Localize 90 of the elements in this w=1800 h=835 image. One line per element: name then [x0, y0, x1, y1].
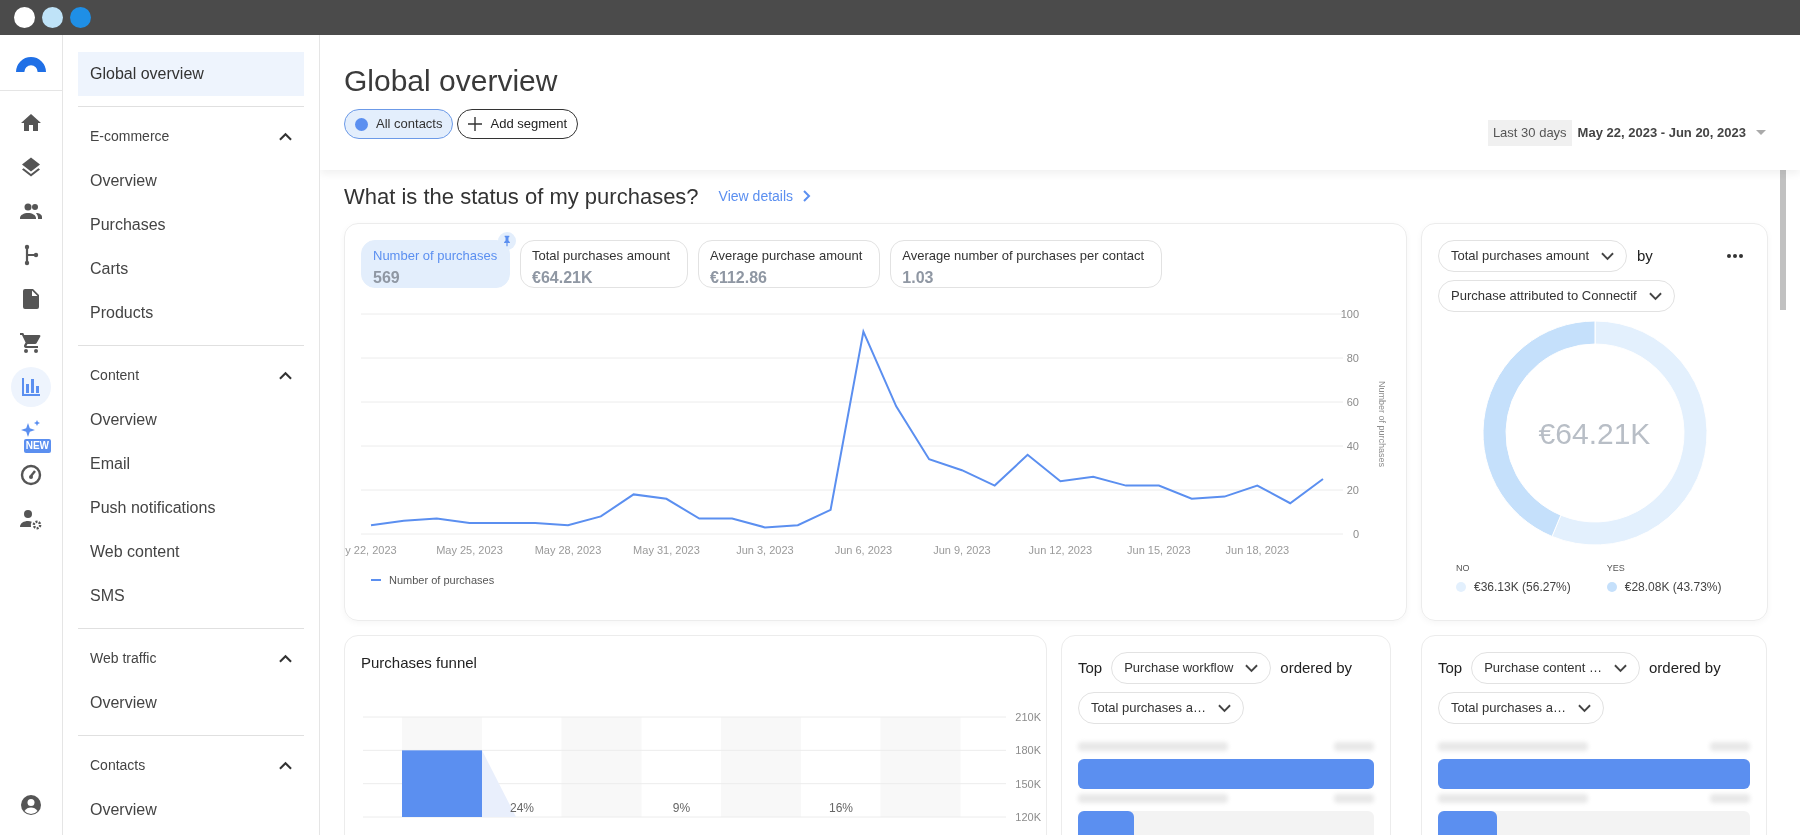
axis-tick-label: 60: [1346, 395, 1359, 408]
conversion-label: 24%: [510, 800, 534, 815]
axis-tick-label: 150K: [1015, 777, 1041, 790]
donut-center-value: €64.21K: [1538, 415, 1651, 452]
sidebar-group-header[interactable]: Web traffic: [78, 635, 304, 681]
sidebar-group-header[interactable]: Content: [78, 352, 304, 398]
axis-tick-label: May 31, 2023: [633, 543, 700, 556]
sidebar-item[interactable]: SMS: [78, 574, 304, 618]
nav-button[interactable]: [11, 367, 51, 407]
legend-category: NO: [1456, 562, 1471, 575]
axis-tick-label: 120K: [1015, 810, 1041, 823]
axis-tick-label: 20: [1346, 483, 1359, 496]
axis-title: Number of purchases: [1376, 380, 1387, 467]
metric-label: Average purchase amount: [710, 247, 864, 265]
sidebar-item[interactable]: Global overview: [78, 52, 304, 96]
axis-tick-label: Jun 12, 2023: [1028, 543, 1093, 556]
legend-category: YES: [1606, 562, 1626, 575]
window-button[interactable]: [14, 7, 35, 28]
account-icon[interactable]: [21, 795, 41, 815]
dropdown-icon: [1756, 130, 1766, 136]
ordered-by-label: ordered by: [1649, 657, 1721, 678]
axis-tick-label: Jun 9, 2023: [933, 543, 991, 556]
conversion-label: 9%: [672, 800, 691, 815]
conversion-label: 16%: [829, 800, 853, 815]
sidebar-item[interactable]: Web content: [78, 530, 304, 574]
metric-label: Total purchases amount: [532, 247, 672, 265]
chevron-down-icon: [1648, 291, 1662, 301]
sidebar-item[interactable]: Overview: [78, 398, 304, 442]
sidebar-item[interactable]: Overview: [78, 788, 304, 832]
metric-tab[interactable]: Total purchases amount €64.21K: [520, 240, 689, 288]
legend-value: €36.13K (56.27%): [1474, 578, 1571, 596]
ordered-by-label: ordered by: [1280, 657, 1352, 678]
window-button[interactable]: [42, 7, 63, 28]
gauge-icon: [19, 463, 43, 487]
axis-tick-label: May 25, 2023: [436, 543, 503, 556]
axis-tick-label: 0: [1352, 527, 1359, 540]
axis-tick-label: May 28, 2023: [534, 543, 602, 556]
new-badge: NEW: [23, 439, 51, 453]
scrollbar[interactable]: [1780, 170, 1786, 310]
top-label: Top: [1438, 657, 1463, 678]
more-options-icon[interactable]: [1727, 254, 1743, 258]
chevron-down-icon: [1245, 663, 1259, 673]
axis-tick-label: Jun 6, 2023: [834, 543, 893, 556]
metric-tab[interactable]: Average purchase amount €112.86: [698, 240, 881, 288]
sidebar-item[interactable]: Overview: [78, 681, 304, 725]
axis-tick-label: 180K: [1015, 743, 1041, 756]
chevron-down-icon: [1217, 703, 1231, 713]
layers-icon: [19, 155, 43, 179]
plus-icon: [468, 117, 483, 131]
sidebar-item[interactable]: Push notifications: [78, 486, 304, 530]
sidebar-item[interactable]: Purchases: [78, 203, 304, 247]
by-label: by: [1637, 245, 1653, 266]
sidebar-item[interactable]: Email: [78, 442, 304, 486]
chevron-right-icon: [803, 190, 812, 202]
segment-chip[interactable]: All contacts: [344, 109, 454, 139]
metric-tab[interactable]: Average number of purchases per contact 1.03: [890, 240, 1163, 288]
sidebar-item[interactable]: Overview: [78, 159, 304, 203]
metric-value: €112.86: [710, 267, 768, 288]
axis-tick-label: 100: [1340, 307, 1359, 320]
axis-tick-label: 210K: [1015, 710, 1041, 723]
cart-icon: [19, 331, 43, 355]
chevron-down-icon: [1614, 663, 1627, 673]
axis-tick-label: 80: [1346, 351, 1359, 364]
axis-tick-label: 40: [1346, 439, 1359, 452]
logo-icon[interactable]: [16, 57, 46, 72]
legend-value: €28.08K (43.73%): [1624, 578, 1722, 596]
user-settings-icon: [19, 507, 43, 531]
date-range-picker[interactable]: May 22, 2023 - Jun 20, 2023: [1577, 123, 1766, 143]
top-label: Top: [1078, 657, 1103, 678]
period-label: Last 30 days: [1487, 120, 1572, 146]
sidebar-group-header[interactable]: Contacts: [78, 742, 304, 788]
sidebar-item[interactable]: Products: [78, 291, 304, 335]
axis-tick-label: y 22, 2023: [345, 543, 397, 556]
metric-value: 1.03: [902, 267, 935, 288]
metric-label: Average number of purchases per contact: [902, 247, 1146, 265]
page-title: Global overview: [344, 63, 559, 99]
sidebar-group-header[interactable]: E-commerce: [78, 113, 304, 159]
axis-tick-label: Jun 18, 2023: [1225, 543, 1290, 556]
metric-label: Number of purchases: [373, 247, 498, 265]
axis-tick-label: Jun 3, 2023: [736, 543, 794, 556]
chevron-down-icon: [1577, 703, 1591, 713]
metric-value: €64.21K: [532, 267, 594, 288]
bar-chart-icon: [19, 375, 43, 399]
section-title: What is the status of my purchases?: [344, 182, 699, 211]
metric-value: 569: [373, 267, 401, 288]
chevron-down-icon: [1601, 251, 1615, 261]
card-title: Purchases funnel: [361, 653, 478, 673]
axis-tick-label: Jun 15, 2023: [1127, 543, 1191, 556]
sidebar-item[interactable]: Carts: [78, 247, 304, 291]
legend-label: Number of purchases: [389, 572, 495, 588]
